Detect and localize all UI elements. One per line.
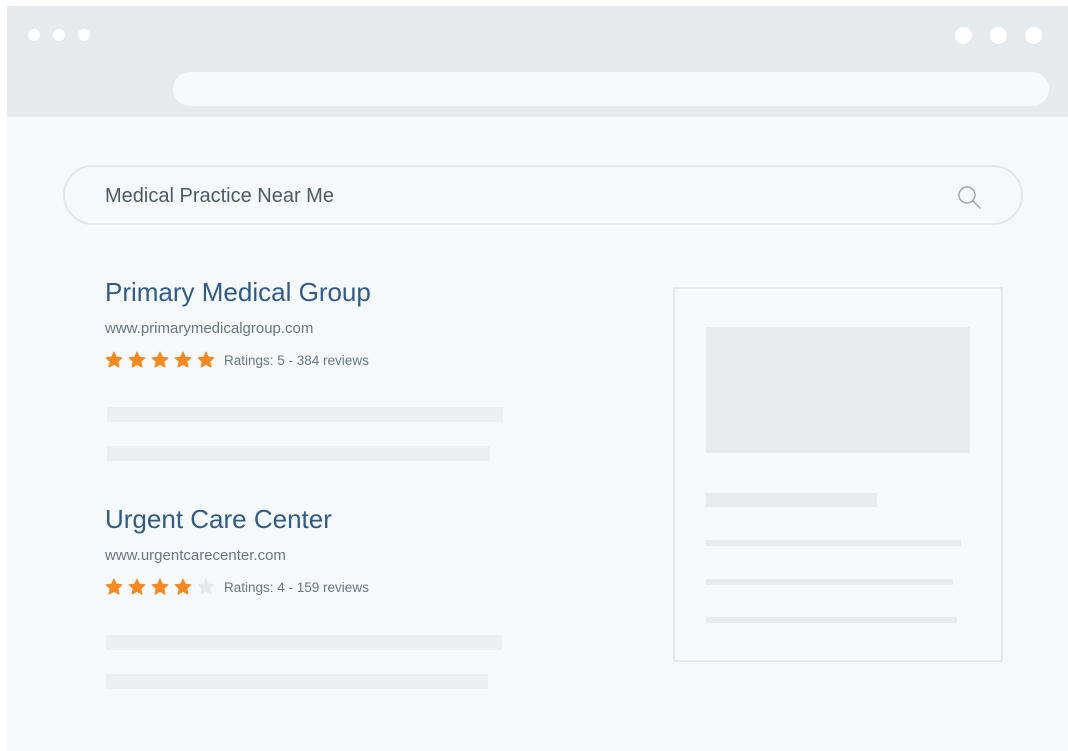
snippet-placeholder-line <box>106 674 488 689</box>
result-title-link[interactable]: Urgent Care Center <box>105 504 525 534</box>
snippet-placeholder-line <box>107 407 503 422</box>
browser-window: Medical Practice Near Me Primary Medical… <box>7 6 1068 751</box>
star-filled-icon <box>105 351 123 368</box>
search-result: Primary Medical Group www.primarymedical… <box>105 277 525 370</box>
star-filled-icon <box>151 351 169 368</box>
star-filled-icon <box>174 351 192 368</box>
browser-titlebar <box>7 6 1068 117</box>
search-icon[interactable] <box>956 184 982 210</box>
card-title-placeholder <box>706 493 877 507</box>
rating-row: Ratings: 5 - 384 reviews <box>105 350 525 370</box>
star-rating <box>105 351 220 369</box>
window-dot-1[interactable] <box>28 29 40 41</box>
star-filled-icon <box>128 351 146 368</box>
rating-text: Ratings: 4 - 159 reviews <box>224 579 369 595</box>
window-control-dot-2[interactable] <box>990 27 1007 44</box>
snippet-placeholder-line <box>106 635 502 650</box>
window-dot-3[interactable] <box>78 29 90 41</box>
rating-row: Ratings: 4 - 159 reviews <box>105 577 525 597</box>
star-filled-icon <box>105 578 123 595</box>
star-empty-icon <box>197 578 215 595</box>
result-url[interactable]: www.urgentcarecenter.com <box>105 547 525 565</box>
star-rating <box>105 578 220 596</box>
address-bar[interactable] <box>173 72 1049 106</box>
card-image-placeholder <box>706 327 970 453</box>
result-title-link[interactable]: Primary Medical Group <box>105 277 525 307</box>
search-result: Urgent Care Center www.urgentcarecenter.… <box>105 504 525 597</box>
star-filled-icon <box>174 578 192 595</box>
search-input[interactable]: Medical Practice Near Me <box>63 165 1023 225</box>
rating-text: Ratings: 5 - 384 reviews <box>224 352 369 368</box>
card-text-placeholder <box>706 540 961 546</box>
snippet-placeholder-line <box>107 446 490 461</box>
star-filled-icon <box>151 578 169 595</box>
window-control-dot-1[interactable] <box>955 27 972 44</box>
card-text-placeholder <box>706 617 957 623</box>
star-filled-icon <box>128 578 146 595</box>
window-control-dot-3[interactable] <box>1025 27 1042 44</box>
search-query-text: Medical Practice Near Me <box>105 185 334 207</box>
card-text-placeholder <box>706 579 953 585</box>
star-filled-icon <box>197 351 215 368</box>
side-info-card <box>673 287 1003 662</box>
window-dot-2[interactable] <box>53 29 65 41</box>
result-url[interactable]: www.primarymedicalgroup.com <box>105 320 525 338</box>
